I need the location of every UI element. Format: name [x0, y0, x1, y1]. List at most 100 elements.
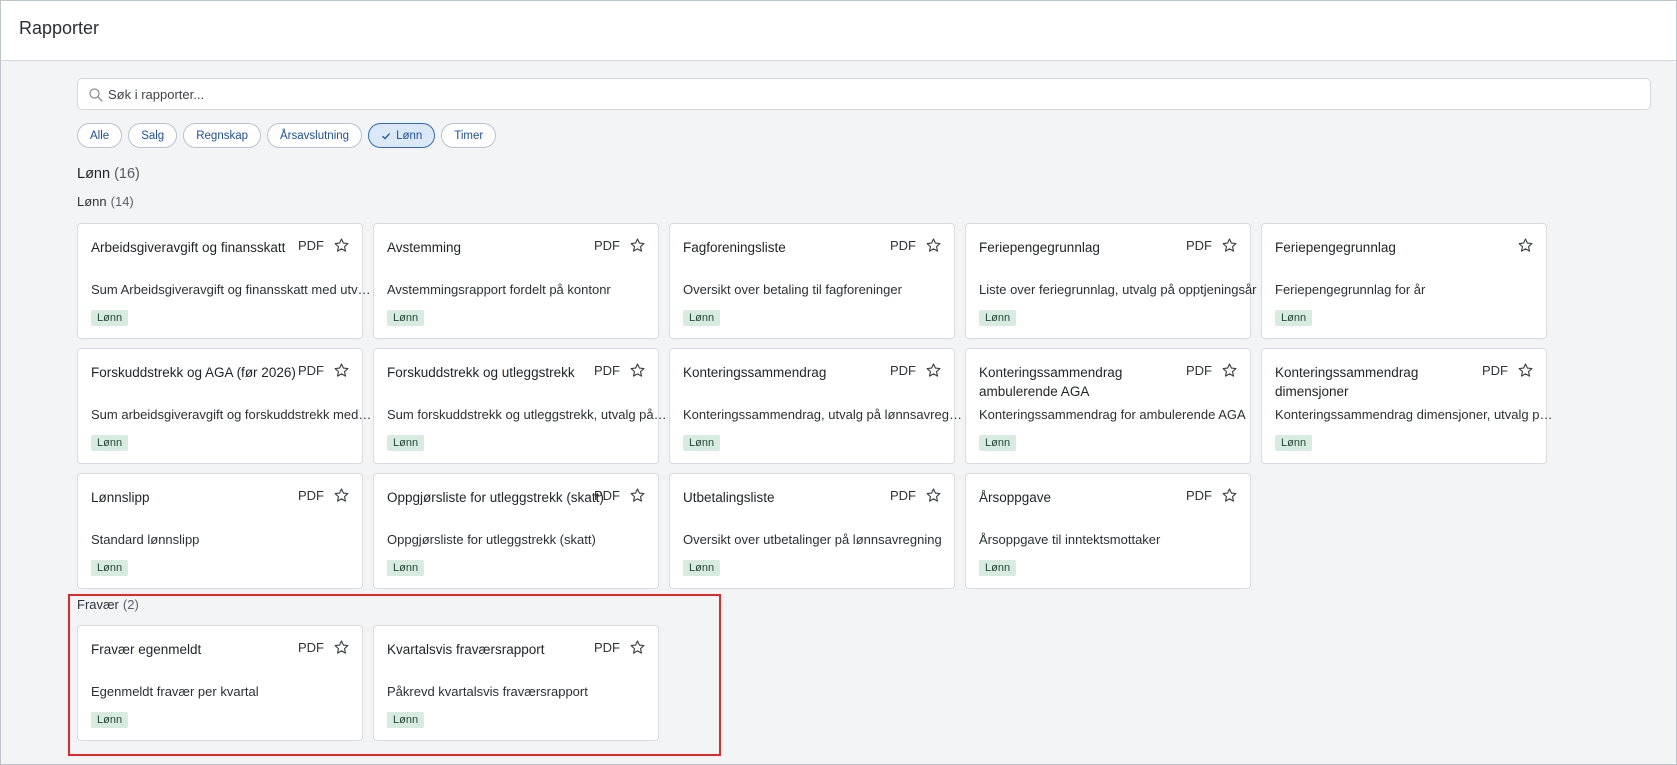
star-icon[interactable] [333, 237, 350, 254]
format-label: PDF [298, 238, 324, 253]
search-box[interactable] [77, 78, 1651, 110]
report-description: Oversikt over betaling til fagforeninger [683, 282, 902, 297]
star-icon[interactable] [333, 639, 350, 656]
filter-chip-label: Lønn [396, 129, 423, 142]
report-title: Konteringssammendrag [683, 365, 827, 380]
filter-chip-4[interactable]: Lønn [368, 123, 436, 148]
report-description: Konteringssammendrag, utvalg på lønnsavr… [683, 407, 965, 422]
check-icon [382, 132, 391, 140]
filter-chip-3[interactable]: Årsavslutning [267, 123, 363, 148]
filter-chips: Alle Salg Regnskap Årsavslutning Lønn Timer [77, 123, 497, 148]
section-count: (16) [114, 166, 140, 182]
format-label: PDF [298, 640, 324, 655]
star-icon[interactable] [629, 362, 646, 379]
report-description: Sum arbeidsgiveravgift og forskuddstrekk… [91, 407, 373, 422]
filter-chip-5[interactable]: Timer [441, 123, 497, 148]
report-card[interactable]: Feriepengegrunnlag Feriepengegrunnlag for… [1261, 223, 1547, 339]
report-title: Lønnslipp [91, 490, 150, 505]
report-card[interactable]: Forskuddstrekk og AGA (før 2026) PDF Sum a… [77, 348, 373, 464]
format-label: PDF [1482, 363, 1508, 378]
report-card[interactable]: Fravær egenmeldt PDF Egenmeldt fravær per … [77, 625, 363, 741]
format-label: PDF [1186, 238, 1212, 253]
report-title: Fravær egenmeldt [91, 642, 202, 657]
section-title: Lønn [77, 166, 111, 182]
star-icon[interactable] [925, 237, 942, 254]
report-card[interactable]: Feriepengegrunnlag PDF Liste over feriegru… [965, 223, 1257, 339]
report-card[interactable]: Utbetalingsliste PDF Oversikt over utbetal… [669, 473, 955, 589]
format-label: PDF [298, 363, 324, 378]
category-badge: Lønn [91, 435, 129, 451]
report-title: Kvartalsvis fraværsrapport [387, 642, 545, 657]
star-icon[interactable] [629, 237, 646, 254]
category-badge: Lønn [1275, 310, 1313, 326]
star-icon[interactable] [1517, 237, 1534, 254]
report-title: Konteringssammendrag ambulerende AGA [979, 365, 1123, 399]
report-card[interactable]: Arbeidsgiveravgift og finansskatt PDF Sum … [77, 223, 373, 339]
format-label: PDF [1186, 488, 1212, 503]
section-heading: Lønn (16) [77, 166, 140, 182]
report-title: Arbeidsgiveravgift og finansskatt [91, 240, 286, 255]
category-badge: Lønn [387, 560, 425, 576]
group-title: Lønn [77, 194, 107, 209]
report-description: Sum Arbeidsgiveravgift og finansskatt me… [91, 282, 373, 297]
report-title: Utbetalingsliste [683, 490, 775, 505]
report-title: Fagforeningsliste [683, 240, 786, 255]
report-card[interactable]: Årsoppgave PDF Årsoppgave til inntektsmott… [965, 473, 1251, 589]
report-title: Feriepengegrunnlag [1275, 240, 1396, 255]
group-heading: Lønn (14) [77, 194, 134, 209]
format-label: PDF [594, 640, 620, 655]
star-icon[interactable] [1221, 237, 1238, 254]
format-label: PDF [890, 488, 916, 503]
category-badge: Lønn [683, 310, 721, 326]
report-description: Oppgjørsliste for utleggstrekk (skatt) [387, 532, 596, 547]
star-icon[interactable] [629, 487, 646, 504]
report-card[interactable]: Kvartalsvis fraværsrapport PDF Påkrevd kva… [373, 625, 659, 741]
format-label: PDF [890, 238, 916, 253]
star-icon[interactable] [1221, 487, 1238, 504]
group-heading: Fravær (2) [77, 597, 139, 612]
filter-chip-label: Timer [454, 129, 484, 142]
filter-chip-label: Alle [90, 129, 110, 142]
filter-chip-0[interactable]: Alle [77, 123, 123, 148]
filter-chip-label: Salg [141, 129, 165, 142]
category-badge: Lønn [979, 560, 1017, 576]
report-description: Egenmeldt fravær per kvartal [91, 684, 259, 699]
search-input[interactable] [108, 80, 1638, 108]
report-card[interactable]: Lønnslipp PDF Standard lønnslipp Lønn [77, 473, 363, 589]
page-title: Rapporter [19, 18, 100, 38]
star-icon[interactable] [925, 487, 942, 504]
report-card[interactable]: Forskuddstrekk og utleggstrekk PDF Sum for… [373, 348, 669, 464]
filter-chip-label: Regnskap [196, 129, 249, 142]
report-card[interactable]: Konteringssammendrag PDF Konteringssammend… [669, 348, 965, 464]
star-icon[interactable] [629, 639, 646, 656]
star-icon[interactable] [1221, 362, 1238, 379]
filter-chip-2[interactable]: Regnskap [183, 123, 262, 148]
category-badge: Lønn [387, 435, 425, 451]
star-icon[interactable] [925, 362, 942, 379]
report-card[interactable]: Konteringssammendrag dimensjoner PDF Konte… [1261, 348, 1557, 464]
category-badge: Lønn [1275, 435, 1313, 451]
report-card[interactable]: Fagforeningsliste PDF Oversikt over betali… [669, 223, 955, 339]
report-card[interactable]: Konteringssammendrag ambulerende AGA PDF K… [965, 348, 1251, 464]
category-badge: Lønn [91, 712, 129, 728]
top-bar: Rapporter [1, 1, 1676, 61]
star-icon[interactable] [333, 362, 350, 379]
report-description: Konteringssammendrag for ambulerende AGA [979, 407, 1246, 422]
report-card[interactable]: Oppgjørsliste for utleggstrekk (skatt) PD… [373, 473, 659, 589]
star-icon[interactable] [1517, 362, 1534, 379]
format-label: PDF [594, 238, 620, 253]
report-description: Feriepengegrunnlag for år [1275, 282, 1426, 297]
report-description: Oversikt over utbetalinger på lønnsavreg… [683, 532, 942, 547]
filter-chip-1[interactable]: Salg [128, 123, 178, 148]
star-icon[interactable] [333, 487, 350, 504]
report-description: Avstemmingsrapport fordelt på kontonr [387, 282, 611, 297]
report-title: Forskuddstrekk og utleggstrekk [387, 365, 575, 380]
report-card[interactable]: Avstemming PDF Avstemmingsrapport fordelt … [373, 223, 659, 339]
main-content: Alle Salg Regnskap Årsavslutning Lønn Timer [77, 78, 1651, 148]
group-count: (2) [122, 597, 139, 612]
format-label: PDF [890, 363, 916, 378]
report-title: Forskuddstrekk og AGA (før 2026) [91, 365, 296, 380]
report-title: Feriepengegrunnlag [979, 240, 1100, 255]
category-badge: Lønn [387, 712, 425, 728]
category-badge: Lønn [683, 435, 721, 451]
